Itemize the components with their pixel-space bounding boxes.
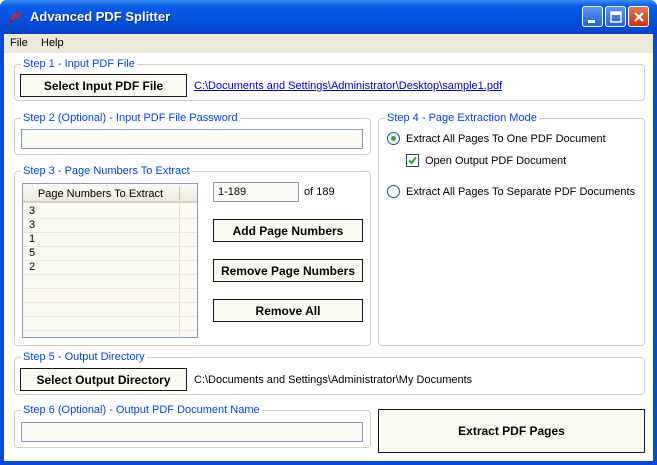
extract-separate-documents-label[interactable]: Extract All Pages To Separate PDF Docume… [406, 186, 635, 198]
grid-line [23, 330, 197, 331]
grid-line [23, 246, 197, 247]
close-button[interactable] [628, 6, 649, 27]
step3-label: Step 3 - Page Numbers To Extract [21, 165, 192, 177]
password-input[interactable] [21, 129, 363, 149]
step6-label: Step 6 (Optional) - Output PDF Document … [21, 404, 262, 416]
list-item[interactable]: 2 [29, 261, 35, 273]
extract-pdf-pages-button[interactable]: Extract PDF Pages [378, 409, 645, 453]
extract-one-document-radio[interactable] [387, 132, 400, 145]
menu-help[interactable]: Help [41, 37, 64, 49]
step5-label: Step 5 - Output Directory [21, 351, 147, 363]
grid-line [23, 274, 197, 275]
output-directory-path: C:\Documents and Settings\Administrator\… [194, 374, 473, 386]
minimize-button[interactable] [582, 6, 603, 27]
maximize-icon [610, 11, 622, 23]
extract-one-document-label[interactable]: Extract All Pages To One PDF Document [406, 133, 606, 145]
app-window: Advanced PDF Splitter File Help Step 1 -… [0, 0, 657, 465]
grid-line [23, 316, 197, 317]
list-item[interactable]: 1 [29, 233, 35, 245]
grid-line [23, 218, 197, 219]
menu-file[interactable]: File [10, 37, 28, 49]
select-output-directory-button[interactable]: Select Output Directory [20, 368, 187, 391]
remove-all-button[interactable]: Remove All [213, 299, 363, 322]
list-header[interactable]: Page Numbers To Extract [23, 184, 197, 203]
page-numbers-list[interactable]: Page Numbers To Extract 3 3 1 5 2 [22, 183, 198, 338]
column-grid-line [179, 203, 180, 337]
output-name-input[interactable] [21, 422, 363, 442]
title-bar[interactable]: Advanced PDF Splitter [0, 0, 657, 34]
window-title: Advanced PDF Splitter [30, 9, 171, 24]
open-output-label[interactable]: Open Output PDF Document [425, 155, 566, 167]
step4-group: Step 4 - Page Extraction Mode [378, 112, 645, 346]
minimize-icon [588, 20, 595, 23]
menu-bar: File Help [4, 34, 653, 53]
maximize-button[interactable] [605, 6, 626, 27]
select-input-pdf-button[interactable]: Select Input PDF File [20, 74, 187, 97]
grid-line [23, 302, 197, 303]
grid-line [23, 260, 197, 261]
add-page-numbers-button[interactable]: Add Page Numbers [213, 219, 363, 242]
grid-line [23, 232, 197, 233]
grid-line [23, 288, 197, 289]
list-item[interactable]: 3 [29, 205, 35, 217]
open-output-checkbox[interactable] [406, 154, 419, 167]
close-icon [634, 12, 644, 22]
step1-label: Step 1 - Input PDF File [21, 58, 137, 70]
checkmark-icon [408, 156, 417, 165]
total-pages-text: of 189 [304, 186, 335, 198]
step2-label: Step 2 (Optional) - Input PDF File Passw… [21, 112, 240, 124]
column-separator[interactable] [179, 187, 180, 200]
extract-separate-documents-radio[interactable] [387, 185, 400, 198]
remove-page-numbers-button[interactable]: Remove Page Numbers [213, 259, 363, 282]
list-item[interactable]: 3 [29, 219, 35, 231]
page-range-input[interactable]: 1-189 [213, 182, 299, 202]
step4-label: Step 4 - Page Extraction Mode [385, 112, 539, 124]
pdf-split-icon [8, 9, 24, 25]
input-pdf-path-link[interactable]: C:\Documents and Settings\Administrator\… [194, 80, 502, 92]
list-item[interactable]: 5 [29, 247, 35, 259]
client-area: File Help Step 1 - Input PDF File Select… [4, 34, 653, 461]
column-header-page-numbers[interactable]: Page Numbers To Extract [23, 188, 178, 200]
